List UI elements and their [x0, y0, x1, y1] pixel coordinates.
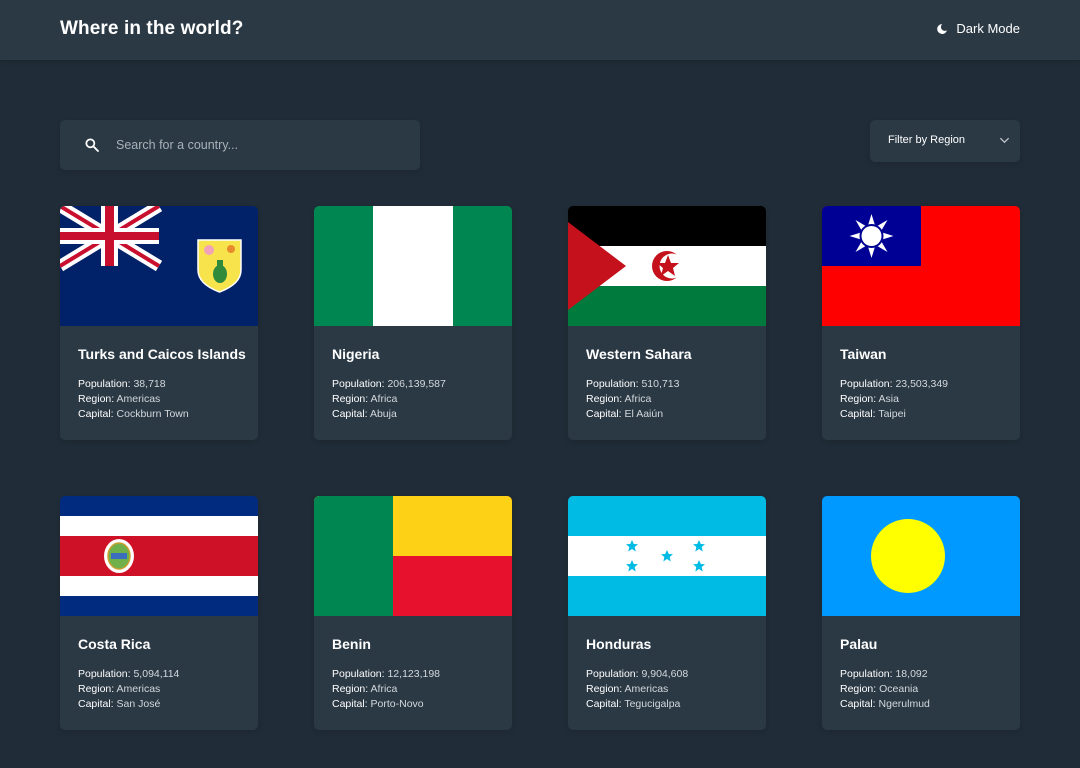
population-label: Population: — [332, 668, 385, 680]
taiwan-flag — [822, 206, 1020, 326]
population-label: Population: — [78, 378, 131, 390]
region-label: Region: — [332, 683, 369, 695]
capital-label: Capital: — [586, 408, 622, 420]
western-sahara-flag — [568, 206, 766, 326]
country-info: Population: 18,092 Region: Oceania Capit… — [840, 667, 930, 712]
search-box — [60, 120, 420, 170]
search-icon — [85, 138, 99, 152]
country-info: Population: 9,904,608 Region: Americas C… — [586, 667, 688, 712]
country-card-turks-and-caicos[interactable]: Turks and Caicos Islands Population: 38,… — [60, 206, 258, 440]
region-value: Africa — [370, 393, 398, 405]
capital-label: Capital: — [332, 698, 368, 710]
capital-value: Ngerulmud — [878, 698, 930, 710]
population-value: 5,094,114 — [133, 668, 180, 680]
country-info: Population: 12,123,198 Region: Africa Ca… — [332, 667, 440, 712]
population-label: Population: — [586, 668, 639, 680]
population-value: 9,904,608 — [641, 668, 689, 680]
turks-and-caicos-flag — [60, 206, 258, 326]
region-label: Region: — [840, 683, 877, 695]
country-name: Costa Rica — [78, 636, 151, 652]
benin-flag — [314, 496, 512, 616]
capital-label: Capital: — [840, 408, 876, 420]
population-value: 18,092 — [895, 668, 928, 680]
capital-value: Taipei — [878, 408, 906, 420]
country-name: Benin — [332, 636, 371, 652]
country-info: Population: 23,503,349 Region: Asia Capi… — [840, 377, 948, 422]
region-value: Americas — [116, 393, 161, 405]
country-name: Western Sahara — [586, 346, 692, 362]
chevron-down-icon — [999, 137, 1010, 144]
population-label: Population: — [78, 668, 131, 680]
region-value: Asia — [878, 393, 899, 405]
region-filter-label: Filter by Region — [888, 134, 966, 146]
country-card-western-sahara[interactable]: Western Sahara Population: 510,713 Regio… — [568, 206, 766, 440]
country-card-honduras[interactable]: Honduras Population: 9,904,608 Region: A… — [568, 496, 766, 730]
search-input[interactable] — [116, 120, 406, 170]
population-label: Population: — [586, 378, 639, 390]
capital-label: Capital: — [586, 698, 622, 710]
population-value: 510,713 — [641, 378, 680, 390]
population-label: Population: — [840, 668, 893, 680]
dark-mode-toggle[interactable]: Dark Mode — [936, 21, 1020, 36]
region-label: Region: — [78, 683, 115, 695]
country-card-benin[interactable]: Benin Population: 12,123,198 Region: Afr… — [314, 496, 512, 730]
country-card-taiwan[interactable]: Taiwan Population: 23,503,349 Region: As… — [822, 206, 1020, 440]
country-name: Turks and Caicos Islands — [78, 346, 246, 362]
palau-flag — [822, 496, 1020, 616]
country-info: Population: 206,139,587 Region: Africa C… — [332, 377, 446, 422]
country-card-costa-rica[interactable]: Costa Rica Population: 5,094,114 Region:… — [60, 496, 258, 730]
population-value: 12,123,198 — [387, 668, 441, 680]
country-card-nigeria[interactable]: Nigeria Population: 206,139,587 Region: … — [314, 206, 512, 440]
costa-rica-flag — [60, 496, 258, 616]
population-value: 206,139,587 — [387, 378, 446, 390]
region-value: Americas — [116, 683, 161, 695]
capital-value: Abuja — [369, 408, 397, 420]
nigeria-flag — [314, 206, 512, 326]
country-card-palau[interactable]: Palau Population: 18,092 Region: Oceania… — [822, 496, 1020, 730]
moon-icon — [937, 23, 948, 34]
population-label: Population: — [332, 378, 385, 390]
capital-label: Capital: — [78, 698, 114, 710]
country-name: Nigeria — [332, 346, 380, 362]
country-info: Population: 5,094,114 Region: Americas C… — [78, 667, 179, 712]
region-filter-select[interactable]: Filter by Region — [870, 120, 1020, 162]
capital-label: Capital: — [840, 698, 876, 710]
capital-value: Tegucigalpa — [624, 698, 681, 710]
population-label: Population: — [840, 378, 893, 390]
region-value: Africa — [624, 393, 652, 405]
population-value: 23,503,349 — [895, 378, 949, 390]
app-header: Where in the world? Dark Mode — [0, 0, 1080, 60]
region-label: Region: — [78, 393, 115, 405]
region-value: Americas — [624, 683, 669, 695]
capital-label: Capital: — [332, 408, 368, 420]
region-value: Oceania — [879, 683, 919, 695]
region-label: Region: — [332, 393, 369, 405]
capital-value: San José — [116, 698, 161, 710]
population-value: 38,718 — [133, 378, 166, 390]
dark-mode-label: Dark Mode — [956, 21, 1020, 36]
country-info: Population: 510,713 Region: Africa Capit… — [586, 377, 679, 422]
region-value: Africa — [370, 683, 398, 695]
country-name: Honduras — [586, 636, 652, 652]
capital-value: Porto-Novo — [370, 698, 424, 710]
capital-value: El Aaiún — [624, 408, 664, 420]
country-info: Population: 38,718 Region: Americas Capi… — [78, 377, 189, 422]
country-name: Palau — [840, 636, 878, 652]
capital-label: Capital: — [78, 408, 114, 420]
app-title: Where in the world? — [60, 18, 244, 39]
region-label: Region: — [586, 683, 623, 695]
region-label: Region: — [840, 393, 877, 405]
honduras-flag — [568, 496, 766, 616]
country-name: Taiwan — [840, 346, 887, 362]
capital-value: Cockburn Town — [116, 408, 189, 420]
region-label: Region: — [586, 393, 623, 405]
